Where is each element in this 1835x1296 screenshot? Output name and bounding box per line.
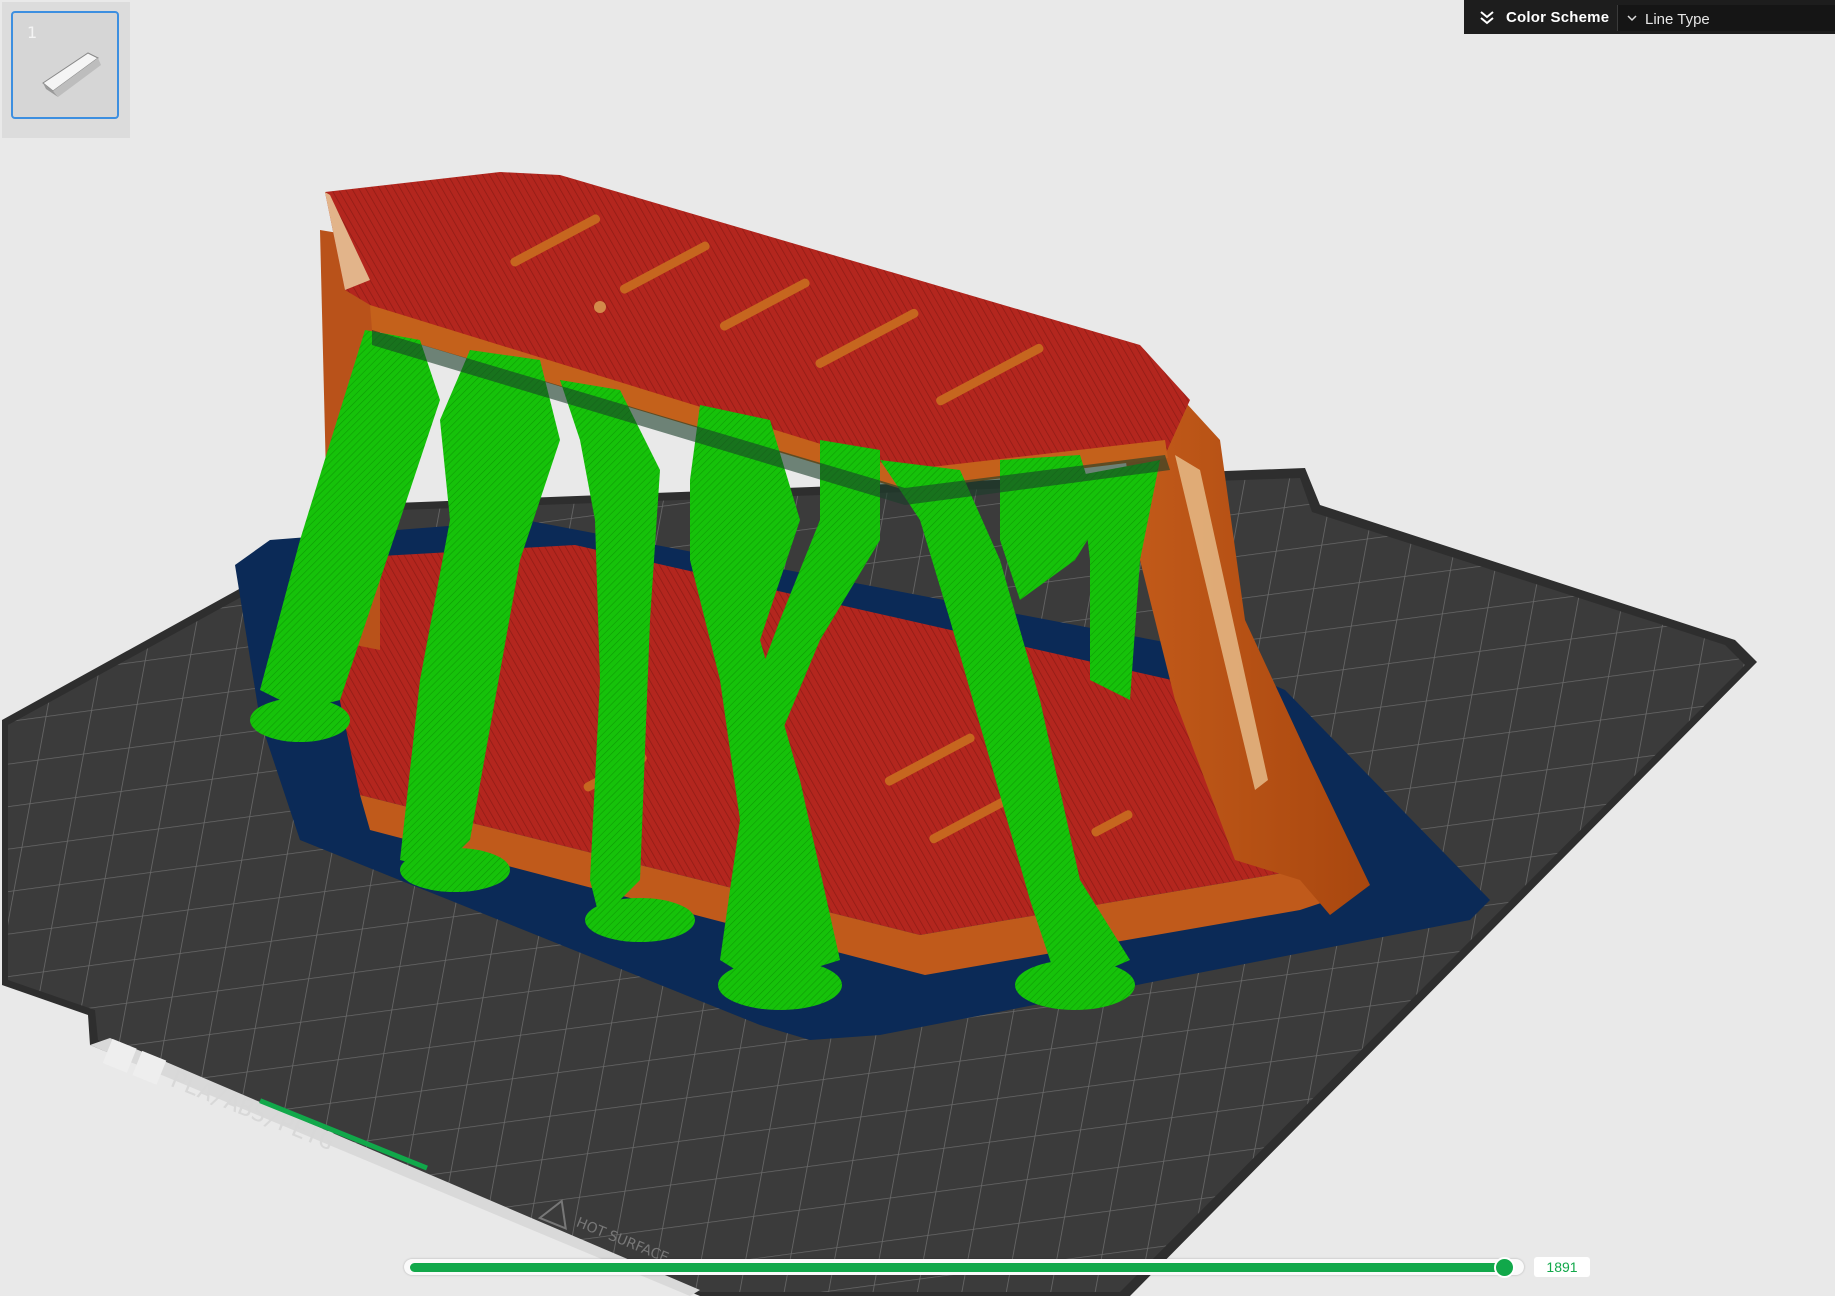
layer-slider[interactable]: 1891: [404, 1255, 1590, 1279]
line-type-dropdown[interactable]: Line Type: [1617, 5, 1835, 31]
selected-scheme: Line Type: [1645, 11, 1710, 28]
plate-list: 1: [2, 2, 130, 138]
plate-thumbnail-1[interactable]: 1: [11, 11, 119, 119]
sliced-model-scene[interactable]: PLA/ABS/PETG HOT SURFACE: [0, 0, 1835, 1296]
slider-handle[interactable]: [1494, 1257, 1515, 1278]
plate-preview-icon: [42, 52, 101, 97]
layer-number: 1891: [1534, 1257, 1590, 1277]
slider-fill: [410, 1263, 1506, 1272]
3d-preview-viewport[interactable]: PLA/ABS/PETG HOT SURFACE: [0, 0, 1835, 1296]
color-scheme-panel: Color Scheme Line Type: [1464, 0, 1835, 34]
color-scheme-label: Color Scheme: [1506, 9, 1610, 26]
collapse-icon[interactable]: [1478, 8, 1496, 26]
chevron-down-icon: [1627, 15, 1637, 22]
